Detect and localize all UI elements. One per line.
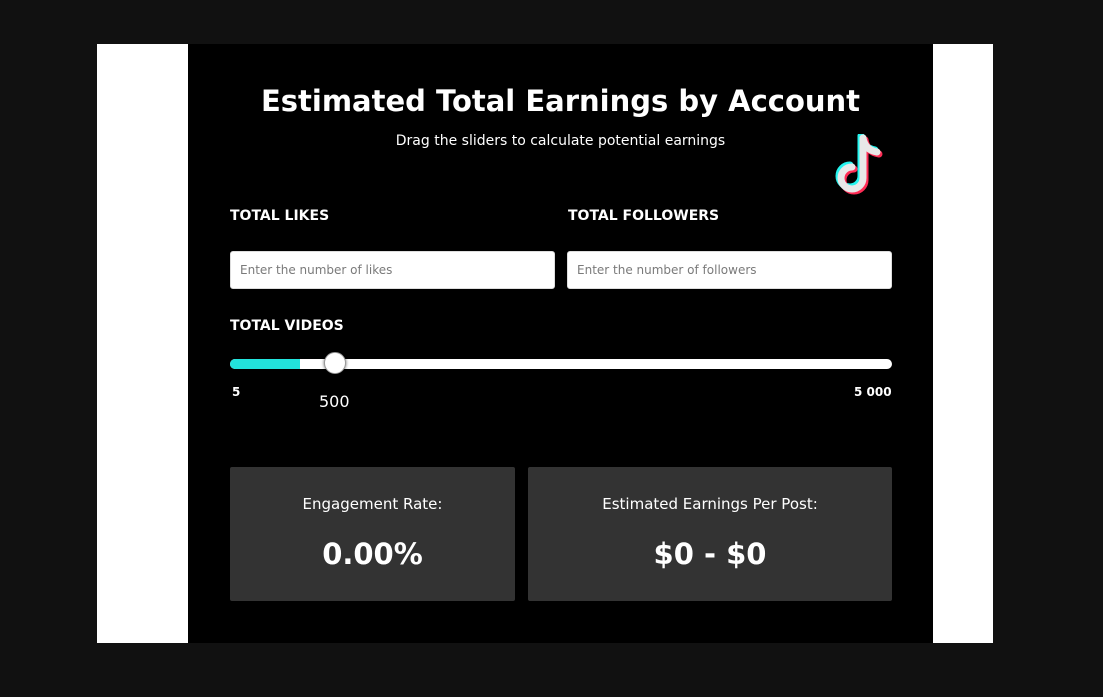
videos-label: TOTAL VIDEOS [230, 318, 344, 334]
followers-label: TOTAL FOLLOWERS [568, 208, 720, 224]
earnings-per-post-value: $0 - $0 [653, 537, 767, 571]
likes-label: TOTAL LIKES [230, 208, 330, 224]
videos-slider-handle[interactable] [324, 352, 346, 374]
videos-current-value: 500 [319, 392, 350, 411]
calculator-subtitle: Drag the sliders to calculate potential … [395, 133, 726, 149]
engagement-rate-label: Engagement Rate: [302, 495, 443, 513]
videos-slider-fill [230, 359, 300, 369]
calculator-title: Estimated Total Earnings by Account [260, 84, 861, 118]
engagement-rate-value: 0.00% [322, 537, 423, 571]
likes-input[interactable] [230, 251, 555, 289]
videos-max-label: 5 000 [854, 385, 892, 399]
engagement-rate-card: Engagement Rate: 0.00% [230, 467, 515, 601]
videos-slider-track[interactable] [230, 352, 892, 374]
earnings-per-post-label: Estimated Earnings Per Post: [602, 495, 818, 513]
videos-min-label: 5 [232, 385, 241, 399]
earnings-calculator-panel: Estimated Total Earnings by Account Drag… [188, 44, 933, 643]
followers-input[interactable] [567, 251, 892, 289]
tiktok-logo-icon [834, 132, 896, 200]
earnings-per-post-card: Estimated Earnings Per Post: $0 - $0 [528, 467, 892, 601]
